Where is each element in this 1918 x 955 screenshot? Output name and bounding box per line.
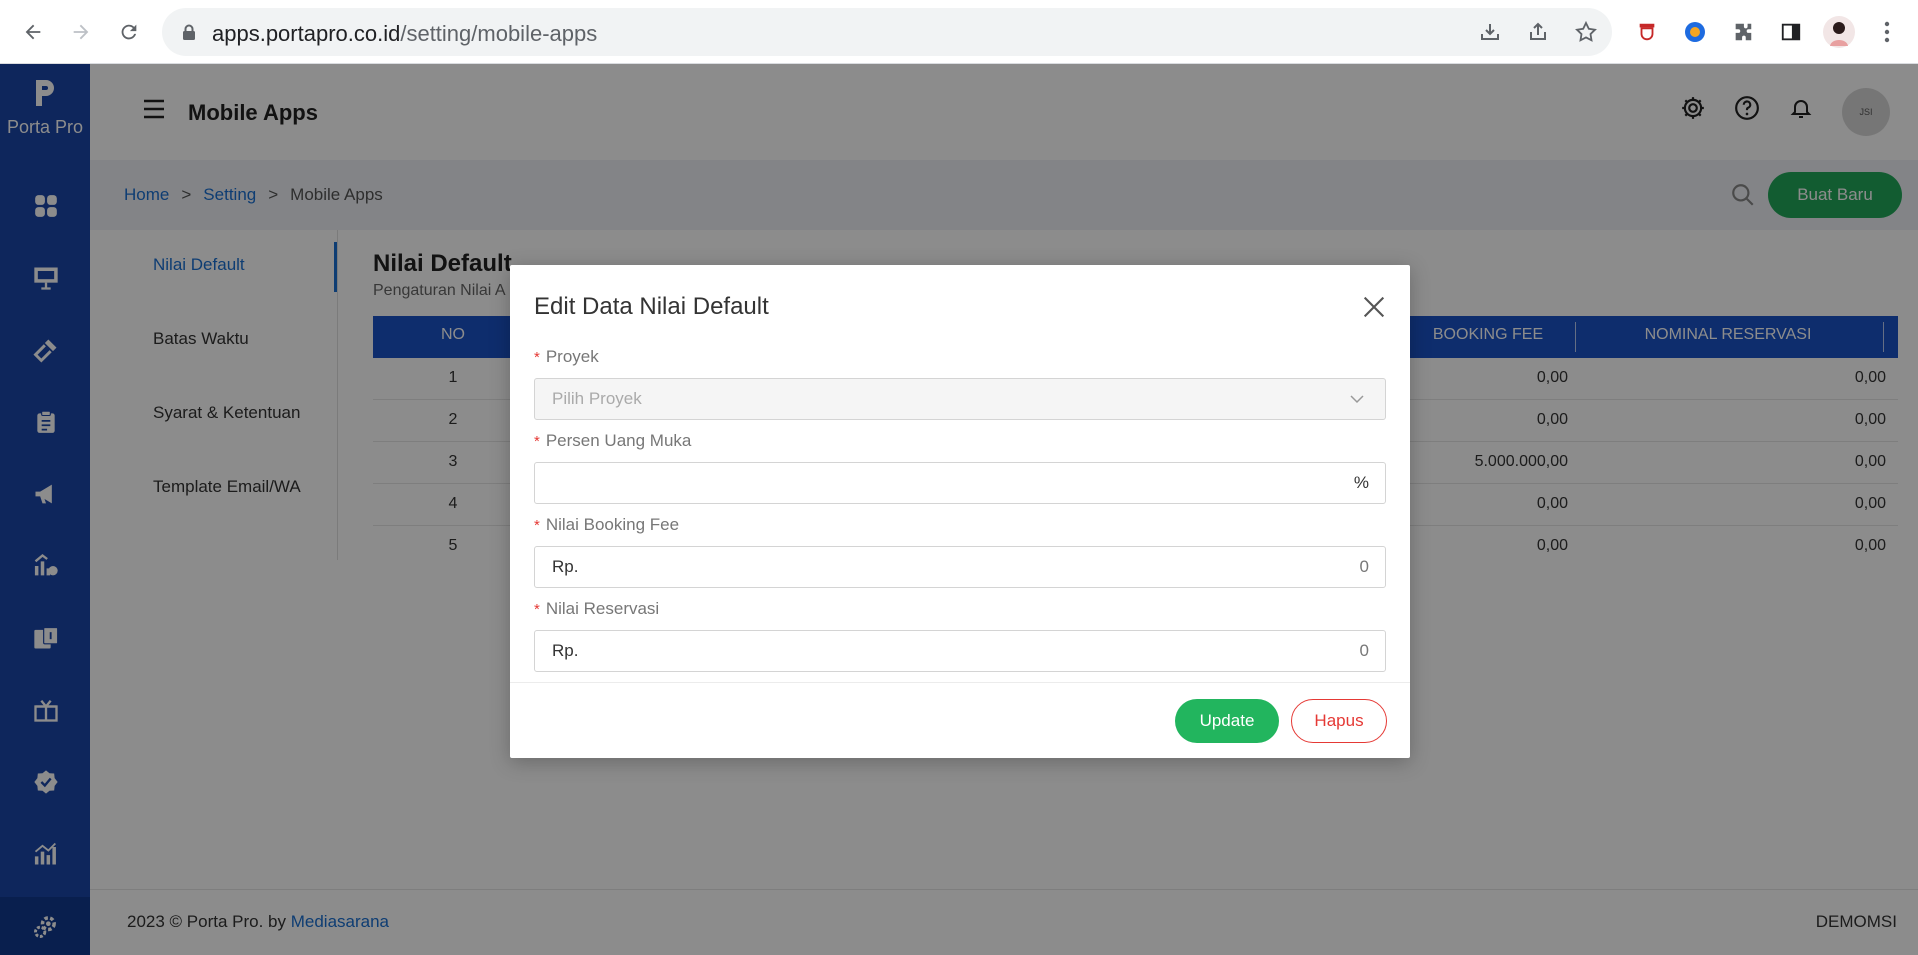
reload-icon[interactable] xyxy=(113,16,145,48)
currency-prefix: Rp. xyxy=(552,641,579,660)
edit-nilai-default-modal: Edit Data Nilai Default * Proyek Pilih Pr… xyxy=(510,265,1410,758)
proyek-label-text: Proyek xyxy=(545,347,599,366)
side-panel-icon[interactable] xyxy=(1775,16,1807,48)
share-icon[interactable] xyxy=(1526,20,1550,44)
browser-toolbar: apps.portapro.co.id/setting/mobile-apps xyxy=(0,0,1918,64)
required-mark: * xyxy=(534,349,540,366)
url-text: apps.portapro.co.id/setting/mobile-apps xyxy=(212,21,598,46)
lock-icon xyxy=(183,24,195,40)
back-icon[interactable] xyxy=(17,16,49,48)
proyek-select[interactable]: Pilih Proyek xyxy=(534,378,1386,420)
reservasi-value: 0 xyxy=(1359,641,1369,660)
nilai-booking-fee-input[interactable]: Rp. 0 xyxy=(534,546,1386,588)
persen-uang-muka-input[interactable]: % xyxy=(534,462,1386,504)
update-button[interactable]: Update xyxy=(1175,699,1279,743)
extensions-puzzle-icon[interactable] xyxy=(1727,16,1759,48)
required-mark: * xyxy=(534,517,540,534)
booking-fee-value: 0 xyxy=(1359,557,1369,576)
required-mark: * xyxy=(534,433,540,450)
extension-shield-icon[interactable] xyxy=(1631,16,1663,48)
reservasi-label-text: Nilai Reservasi xyxy=(545,599,660,618)
persen-uang-muka-label: * Persen Uang Muka xyxy=(534,431,691,451)
close-icon[interactable] xyxy=(1360,293,1388,321)
install-app-icon[interactable] xyxy=(1478,20,1502,44)
proyek-label: * Proyek xyxy=(534,347,599,367)
nilai-reservasi-input[interactable]: Rp. 0 xyxy=(534,630,1386,672)
extension-circle-icon[interactable] xyxy=(1679,16,1711,48)
delete-button[interactable]: Hapus xyxy=(1291,699,1387,743)
modal-title: Edit Data Nilai Default xyxy=(534,293,769,320)
nilai-reservasi-label: * Nilai Reservasi xyxy=(534,599,659,619)
currency-prefix: Rp. xyxy=(552,557,579,576)
proyek-placeholder: Pilih Proyek xyxy=(552,389,642,408)
modal-divider xyxy=(510,682,1410,683)
address-bar[interactable]: apps.portapro.co.id/setting/mobile-apps xyxy=(162,8,1612,56)
browser-menu-icon[interactable] xyxy=(1871,16,1903,48)
required-mark: * xyxy=(534,601,540,618)
bookmark-star-icon[interactable] xyxy=(1574,20,1598,44)
chevron-down-icon xyxy=(1350,395,1364,404)
persen-label-text: Persen Uang Muka xyxy=(545,431,692,450)
nilai-booking-fee-label: * Nilai Booking Fee xyxy=(534,515,679,535)
forward-icon[interactable] xyxy=(65,16,97,48)
percent-suffix: % xyxy=(1353,473,1369,492)
booking-label-text: Nilai Booking Fee xyxy=(545,515,680,534)
profile-avatar-icon[interactable] xyxy=(1823,16,1855,48)
